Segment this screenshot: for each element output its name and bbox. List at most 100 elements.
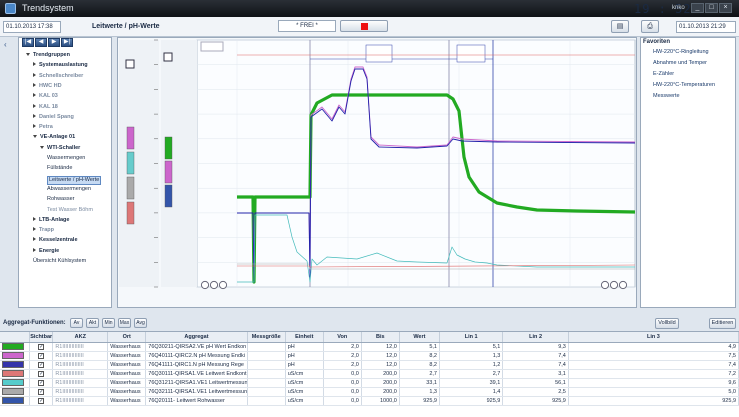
- tree-item[interactable]: Rohwasser: [47, 196, 75, 203]
- next-icon[interactable]: ▶: [48, 38, 60, 47]
- favorite-item[interactable]: HW-220°C-Temperaturen: [653, 82, 715, 88]
- trend-chart[interactable]: [117, 37, 637, 308]
- expand-down-icon[interactable]: [40, 145, 44, 149]
- series-color-cell[interactable]: [0, 360, 31, 370]
- tree-item[interactable]: Systemauslastung: [33, 62, 88, 69]
- tree-item[interactable]: HWC HD: [33, 82, 62, 90]
- tree-item[interactable]: Trendgruppen: [26, 52, 70, 59]
- expand-right-icon[interactable]: [33, 227, 36, 232]
- tree-item[interactable]: KAL 18: [33, 103, 58, 111]
- expand-down-icon[interactable]: [33, 135, 37, 139]
- visible-checkbox[interactable]: ✓: [38, 361, 45, 368]
- table-row[interactable]: ✓ R1IIIIIIIIIIIIII Wasserhaus 76Q40111-QIRC…: [0, 351, 739, 361]
- maximize-icon[interactable]: □: [705, 3, 718, 13]
- aggregate-button[interactable]: Avg: [134, 318, 147, 328]
- cell-von: 0,0: [323, 387, 362, 397]
- favorite-item[interactable]: E-Zähler: [653, 71, 674, 77]
- column-header[interactable]: Ort: [107, 332, 147, 343]
- minimize-icon[interactable]: _: [691, 3, 704, 13]
- tree-item[interactable]: Füllstände: [47, 165, 72, 172]
- tree-item[interactable]: VE-Anlage 01: [33, 134, 75, 141]
- first-icon[interactable]: |◀: [22, 38, 34, 47]
- expand-right-icon[interactable]: [33, 72, 36, 77]
- favorite-item[interactable]: HW-220°C-Ringleitung: [653, 49, 709, 55]
- tree-item[interactable]: Kesselzentrale: [33, 237, 78, 244]
- tree-item[interactable]: Test Wasser Böhm: [47, 207, 93, 214]
- collapse-left-icon[interactable]: ‹: [4, 40, 15, 50]
- tree-item[interactable]: Wassermengen: [47, 155, 85, 162]
- favorite-item[interactable]: Messwerte: [653, 93, 680, 99]
- series-color-cell[interactable]: [0, 342, 31, 352]
- preset-select[interactable]: * FREI *: [278, 20, 336, 32]
- series-color-cell[interactable]: [0, 378, 31, 388]
- expand-right-icon[interactable]: [33, 237, 36, 242]
- table-row[interactable]: ✓ R1IIIIIIIIIIIIII Wasserhaus 76Q20111- Lei…: [0, 396, 739, 406]
- series-color-cell[interactable]: [0, 387, 31, 397]
- visible-checkbox[interactable]: ✓: [38, 379, 45, 386]
- visible-checkbox[interactable]: ✓: [38, 388, 45, 395]
- aggregate-button[interactable]: Akt: [86, 318, 99, 328]
- expand-right-icon[interactable]: [33, 124, 36, 129]
- visible-checkbox[interactable]: ✓: [38, 397, 45, 404]
- tree-item[interactable]: WTI-Schaller: [40, 145, 80, 152]
- close-icon[interactable]: ×: [719, 3, 732, 13]
- record-button[interactable]: [340, 20, 388, 32]
- tree-item[interactable]: Abwassermengen: [47, 186, 91, 193]
- table-row[interactable]: ✓ R1IIIIIIIIIIIIII Wasserhaus 76Q30111-QIRS…: [0, 369, 739, 379]
- aggregate-button[interactable]: Av: [70, 318, 83, 328]
- tree-item[interactable]: LTB-Anlage: [33, 216, 69, 224]
- column-header[interactable]: Bis: [361, 332, 400, 343]
- date-to-field[interactable]: 01.10.2013 21:29: [676, 21, 736, 33]
- edit-button[interactable]: Editieren: [709, 318, 736, 329]
- print-icon[interactable]: ⎙: [641, 20, 659, 33]
- expand-right-icon[interactable]: [33, 93, 36, 98]
- visible-checkbox[interactable]: ✓: [38, 343, 45, 350]
- cell-ort: Wasserhaus: [107, 369, 147, 379]
- expand-right-icon[interactable]: [33, 113, 36, 118]
- tree-item[interactable]: Daniel Spang: [33, 113, 74, 121]
- expand-right-icon[interactable]: [33, 103, 36, 108]
- date-from-field[interactable]: 01.10.2013 17:38: [3, 21, 61, 33]
- tree-item[interactable]: Leitwerte / pH-Werte: [47, 175, 102, 185]
- visible-checkbox[interactable]: ✓: [38, 370, 45, 377]
- last-icon[interactable]: ▶|: [61, 38, 73, 47]
- column-header[interactable]: Wert: [399, 332, 440, 343]
- series-color-cell[interactable]: [0, 351, 31, 361]
- expand-right-icon[interactable]: [33, 82, 36, 87]
- fullscreen-button[interactable]: Vollbild: [655, 318, 679, 329]
- table-view-icon[interactable]: ▤: [611, 20, 629, 33]
- tree-item[interactable]: KAL 03: [33, 93, 58, 100]
- column-header[interactable]: Aggregat: [145, 332, 248, 343]
- tree-item[interactable]: Energie: [33, 247, 59, 255]
- column-header[interactable]: Lin 2: [502, 332, 569, 343]
- tree-item[interactable]: Schnellschreiber: [33, 72, 83, 80]
- expand-right-icon[interactable]: [33, 62, 36, 67]
- column-header[interactable]: Lin 1: [439, 332, 504, 343]
- aggregate-button[interactable]: Max: [118, 318, 131, 328]
- cell-l2: 7,4: [502, 360, 569, 370]
- column-header[interactable]: Einheit: [285, 332, 324, 343]
- column-header[interactable]: Messgröße: [247, 332, 286, 343]
- tree-item[interactable]: Übersicht Kühlsystem: [33, 258, 86, 265]
- table-row[interactable]: ✓ R1IIIIIIIIIIIIII Wasserhaus 76Q31211-QIRS…: [0, 378, 739, 388]
- color-column-header: [0, 332, 31, 343]
- column-header[interactable]: AKZ: [52, 332, 109, 343]
- favorite-item[interactable]: Abnahme und Temper: [653, 60, 707, 66]
- cell-l2: 925,9: [502, 396, 569, 406]
- table-row[interactable]: ✓ R1IIIIIIIIIIIIII Wasserhaus 76Q32111-QIRS…: [0, 387, 739, 397]
- table-row[interactable]: ✓ R1IIIIIIIIIIIIII Wasserhaus 76Q41111-QIRC…: [0, 360, 739, 370]
- expand-down-icon[interactable]: [26, 53, 30, 56]
- column-header[interactable]: Lin 3: [568, 332, 739, 343]
- series-color-cell[interactable]: [0, 369, 31, 379]
- column-header[interactable]: Sichtbar: [29, 332, 54, 343]
- table-row[interactable]: ✓ R1IIIIIIIIIIIIII Wasserhaus 76Q30211-QIRS…: [0, 342, 739, 352]
- prev-icon[interactable]: ◀: [35, 38, 47, 47]
- column-header[interactable]: Von: [323, 332, 362, 343]
- expand-right-icon[interactable]: [33, 216, 36, 221]
- tree-item[interactable]: Petra: [33, 124, 53, 131]
- series-color-cell[interactable]: [0, 396, 31, 406]
- tree-item[interactable]: Trapp: [33, 227, 54, 234]
- aggregate-button[interactable]: Min: [102, 318, 115, 328]
- expand-right-icon[interactable]: [33, 247, 36, 252]
- visible-checkbox[interactable]: ✓: [38, 352, 45, 359]
